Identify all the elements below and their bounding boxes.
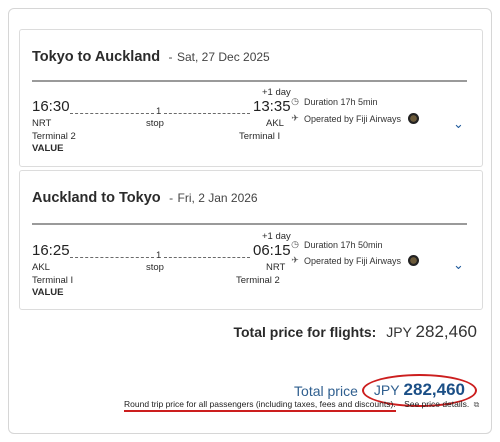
route-line-left xyxy=(70,257,154,258)
flight-date: Fri, 2 Jan 2026 xyxy=(177,191,258,205)
duration-row: ◷ Duration 17h 5min xyxy=(290,96,378,107)
route-line-left xyxy=(70,113,154,114)
duration-text: Duration 17h 5min xyxy=(304,96,378,107)
price-footnote: Round trip price for all passengers (inc… xyxy=(124,399,480,412)
flight-card-outbound: Tokyo to Auckland - Sat, 27 Dec 2025 +1 … xyxy=(19,29,483,167)
dest-code: AKL xyxy=(266,118,284,129)
origin-terminal: Terminal 2 xyxy=(32,131,76,142)
flight-title: Tokyo to Auckland - Sat, 27 Dec 2025 xyxy=(32,48,270,66)
total-price-label: Total price xyxy=(294,382,358,399)
dest-code: NRT xyxy=(266,262,286,273)
origin-terminal: Terminal I xyxy=(32,275,74,286)
expand-chevron-down-icon[interactable]: ⌄ xyxy=(453,116,464,132)
title-separator: - xyxy=(169,191,174,205)
route-line-right xyxy=(164,257,250,258)
operator-row: ✈ Operated by Fiji Airways xyxy=(290,255,420,266)
fiji-airways-logo xyxy=(408,113,420,124)
stops-count: 1 xyxy=(156,250,162,261)
total-price-currency: JPY xyxy=(373,382,400,398)
depart-time: 16:30 xyxy=(32,98,70,115)
operator-text: Operated by Fiji Airways xyxy=(304,113,402,124)
expand-chevron-down-icon[interactable]: ⌄ xyxy=(453,257,464,273)
origin-code: AKL xyxy=(32,262,50,273)
fiji-airways-logo xyxy=(408,255,420,266)
depart-time: 16:25 xyxy=(32,242,70,259)
fare-type: VALUE xyxy=(32,143,64,154)
external-link-icon[interactable]: ⧉ xyxy=(474,400,480,409)
duration-text: Duration 17h 50min xyxy=(304,239,383,250)
price-details-link[interactable]: See price details. xyxy=(404,399,469,409)
clock-icon: ◷ xyxy=(291,239,299,249)
total-price-value: 282,460 xyxy=(403,380,465,399)
dest-terminal: Terminal 2 xyxy=(236,275,280,286)
route-line-right xyxy=(164,113,250,114)
plane-icon: ✈ xyxy=(291,113,299,123)
operator-row: ✈ Operated by Fiji Airways xyxy=(290,113,420,124)
stops-count: 1 xyxy=(156,106,162,117)
title-divider xyxy=(32,223,467,225)
dest-terminal: Terminal I xyxy=(239,131,281,142)
day-offset: +1 day xyxy=(262,87,291,98)
flight-date: Sat, 27 Dec 2025 xyxy=(177,50,270,64)
operator-text: Operated by Fiji Airways xyxy=(304,255,402,266)
booking-summary-panel: Tokyo to Auckland - Sat, 27 Dec 2025 +1 … xyxy=(8,8,492,434)
total-flights-currency: JPY xyxy=(386,324,412,340)
total-flights-label: Total price for flights: xyxy=(233,324,377,340)
day-offset: +1 day xyxy=(262,231,291,242)
arrive-time: 13:35 xyxy=(253,98,291,115)
fare-type: VALUE xyxy=(32,287,64,298)
plane-icon: ✈ xyxy=(291,255,299,265)
footnote-text: Round trip price for all passengers (inc… xyxy=(124,399,396,412)
route-label: Tokyo to Auckland xyxy=(32,49,161,65)
total-flights-price: Total price for flights: JPY 282,460 xyxy=(233,322,477,342)
total-flights-value: 282,460 xyxy=(415,322,477,341)
title-separator: - xyxy=(168,50,173,64)
stops-label: stop xyxy=(146,118,164,129)
route-label: Auckland to Tokyo xyxy=(32,190,161,206)
stops-label: stop xyxy=(146,262,164,273)
origin-code: NRT xyxy=(32,118,52,129)
flight-card-return: Auckland to Tokyo - Fri, 2 Jan 2026 +1 d… xyxy=(19,170,483,310)
title-divider xyxy=(32,80,467,82)
flight-title: Auckland to Tokyo - Fri, 2 Jan 2026 xyxy=(32,189,258,207)
clock-icon: ◷ xyxy=(291,96,299,106)
arrive-time: 06:15 xyxy=(253,242,291,259)
duration-row: ◷ Duration 17h 50min xyxy=(290,239,383,250)
